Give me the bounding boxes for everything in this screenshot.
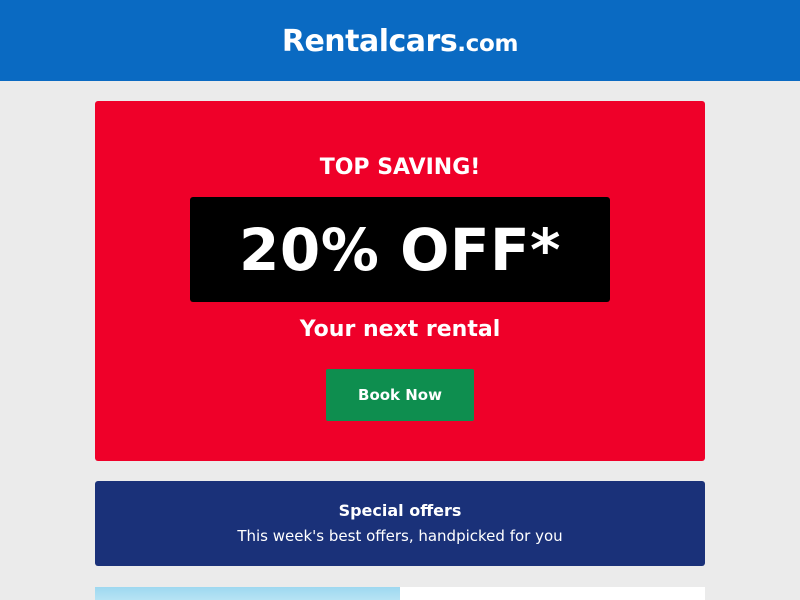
rentalcars-logo[interactable]: Rentalcars .com	[281, 23, 519, 59]
offer-card-image[interactable]	[95, 587, 400, 600]
promo-eyebrow: TOP SAVING!	[319, 155, 481, 180]
logo-wordmark: Rentalcars	[281, 23, 458, 59]
logo-domain: .com	[457, 30, 519, 57]
special-offers-title: Special offers	[338, 501, 462, 520]
offer-card-row	[95, 587, 705, 600]
special-offers-subtitle: This week's best offers, handpicked for …	[237, 527, 563, 545]
book-now-button[interactable]: Book Now	[326, 369, 474, 421]
discount-box: 20% OFF*	[190, 197, 610, 302]
offer-card-content	[400, 587, 705, 600]
discount-text: 20% OFF*	[239, 215, 561, 284]
special-offers-banner: Special offers This week's best offers, …	[95, 481, 705, 566]
promo-subtitle: Your next rental	[299, 317, 501, 342]
email-header: Rentalcars .com	[0, 0, 800, 81]
